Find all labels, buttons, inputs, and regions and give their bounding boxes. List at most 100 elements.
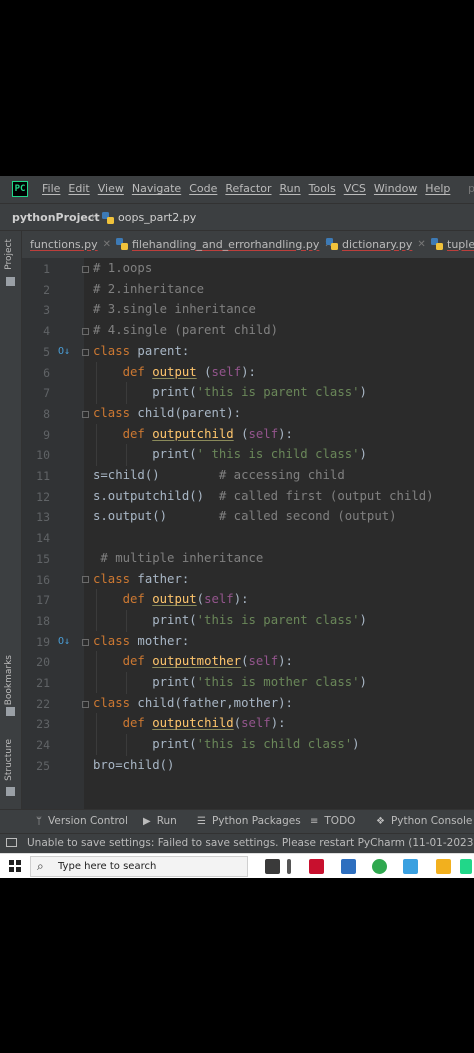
bookmarks-tool-button[interactable]: Bookmarks [4, 655, 14, 705]
file-explorer-icon[interactable] [436, 859, 451, 874]
pycharm-taskbar-icon[interactable] [460, 859, 472, 874]
breadcrumb-file[interactable]: oops_part2.py [118, 211, 196, 224]
python-console-button[interactable]: ❖ Python Console [376, 815, 472, 827]
pycharm-logo-icon: PC [12, 181, 28, 197]
close-icon[interactable]: ✕ [417, 239, 425, 250]
tab-dictionary[interactable]: dictionary.py ✕ [326, 231, 426, 257]
python-file-icon [326, 238, 338, 250]
chrome-icon[interactable] [372, 859, 387, 874]
override-marker-icon[interactable]: O↓ [58, 636, 72, 647]
tab-label: functions.py [30, 237, 98, 251]
line-number: 7 [43, 386, 50, 401]
tool-label: TODO [324, 815, 356, 827]
code-line[interactable]: print('this is parent class') [93, 385, 367, 399]
fold-marker-icon[interactable] [82, 639, 89, 646]
code-line[interactable]: # 1.oops [93, 261, 152, 275]
code-line[interactable]: def outputmother(self): [93, 654, 293, 668]
code-line[interactable]: class child(father,mother): [93, 696, 293, 710]
breadcrumb-project[interactable]: pythonProject [12, 211, 100, 224]
windows-start-icon[interactable] [9, 860, 21, 872]
code-line[interactable]: class parent: [93, 344, 189, 358]
structure-tool-button[interactable]: Structure [4, 739, 14, 781]
run-icon: ▶ [143, 815, 151, 827]
line-number: 17 [36, 593, 50, 608]
fold-marker-icon[interactable] [82, 349, 89, 356]
code-line[interactable]: s=child() # accessing child [93, 468, 345, 482]
project-tool-button[interactable]: Project [4, 239, 14, 270]
line-number: 8 [43, 406, 50, 421]
close-icon[interactable]: ✕ [103, 239, 111, 250]
folder-icon [6, 277, 15, 286]
code-line[interactable]: # 3.single inheritance [93, 302, 256, 316]
code-line[interactable]: def output (self): [93, 365, 256, 379]
mcafee-icon[interactable] [309, 859, 324, 874]
code-line[interactable]: print('this is parent class') [93, 613, 367, 627]
menu-window[interactable]: Window [374, 182, 417, 195]
tab-functions[interactable]: functions.py ✕ [30, 231, 111, 257]
menu-edit[interactable]: Edit [68, 182, 89, 195]
menu-refactor[interactable]: Refactor [225, 182, 271, 195]
code-line[interactable]: def outputchild(self): [93, 716, 286, 730]
fold-marker-icon[interactable] [82, 411, 89, 418]
code-line[interactable]: print('this is child class') [93, 737, 359, 751]
code-line[interactable]: class child(parent): [93, 406, 241, 420]
line-number: 4 [43, 324, 50, 339]
structure-icon [6, 787, 15, 796]
taskbar-search-box[interactable]: ⌕ Type here to search [30, 856, 248, 877]
fold-marker-icon[interactable] [82, 701, 89, 708]
layers-icon: ☰ [197, 815, 206, 827]
tool-label: Run [156, 815, 177, 827]
store-icon[interactable] [341, 859, 356, 874]
tool-window-bar: ᛘ Version Control ▶ Run ☰ Python Package… [0, 809, 474, 834]
line-number: 12 [36, 489, 50, 504]
menu-run[interactable]: Run [280, 182, 301, 195]
override-marker-icon[interactable]: O↓ [58, 346, 72, 357]
menu-code[interactable]: Code [189, 182, 217, 195]
code-line[interactable]: def outputchild (self): [93, 427, 293, 441]
left-tool-strip: Project Bookmarks Structure [0, 231, 22, 809]
menu-vcs[interactable]: VCS [344, 182, 366, 195]
code-line[interactable]: def output(self): [93, 592, 249, 606]
code-line[interactable]: class mother: [93, 634, 189, 648]
code-line[interactable]: # multiple inheritance [93, 551, 263, 565]
status-bar: Unable to save settings: Failed to save … [0, 833, 474, 854]
line-number: 16 [36, 572, 50, 587]
version-control-button[interactable]: ᛘ Version Control [36, 815, 128, 827]
code-line[interactable]: s.output() # called second (output) [93, 509, 397, 523]
code-line[interactable]: s.outputchild() # called first (output c… [93, 489, 434, 503]
pycharm-window: PC File Edit View Navigate Code Refactor… [0, 176, 474, 878]
line-number: 19 [36, 634, 50, 649]
tab-filehandling[interactable]: filehandling_and_errorhandling.py ✕ [116, 231, 333, 257]
line-number: 3 [43, 303, 50, 318]
line-number: 5 [43, 344, 50, 359]
code-line[interactable]: class father: [93, 572, 189, 586]
code-editor[interactable]: 1 2 3 4 5 6 7 8 9 10 11 12 13 14 15 16 1… [22, 258, 474, 809]
menu-tools[interactable]: Tools [309, 182, 336, 195]
menu-navigate[interactable]: Navigate [132, 182, 181, 195]
code-line[interactable]: bro=child() [93, 758, 174, 772]
python-packages-button[interactable]: ☰ Python Packages [197, 815, 301, 827]
task-view-icon[interactable] [265, 859, 280, 874]
code-line[interactable]: # 2.inheritance [93, 282, 204, 296]
menu-help[interactable]: Help [425, 182, 450, 195]
code-line[interactable]: # 4.single (parent child) [93, 323, 278, 337]
fold-marker-icon[interactable] [82, 576, 89, 583]
code-line[interactable]: print(' this is child class') [93, 447, 367, 461]
fold-marker-icon[interactable] [82, 266, 89, 273]
line-number: 10 [36, 448, 50, 463]
tab-tuple[interactable]: tuple [431, 231, 474, 257]
line-number: 14 [36, 531, 50, 546]
tab-label: tuple [447, 237, 474, 251]
line-number: 2 [43, 282, 50, 297]
code-line[interactable]: print('this is mother class') [93, 675, 367, 689]
menu-file[interactable]: File [42, 182, 60, 195]
window-icon[interactable] [6, 838, 17, 847]
todo-button[interactable]: ≡ TODO [310, 815, 355, 827]
run-button[interactable]: ▶ Run [143, 815, 177, 827]
menu-view[interactable]: View [98, 182, 124, 195]
divider-icon [287, 859, 291, 874]
line-number: 9 [43, 427, 50, 442]
status-message[interactable]: Unable to save settings: Failed to save … [27, 837, 474, 849]
fold-marker-icon[interactable] [82, 328, 89, 335]
app-icon[interactable] [403, 859, 418, 874]
